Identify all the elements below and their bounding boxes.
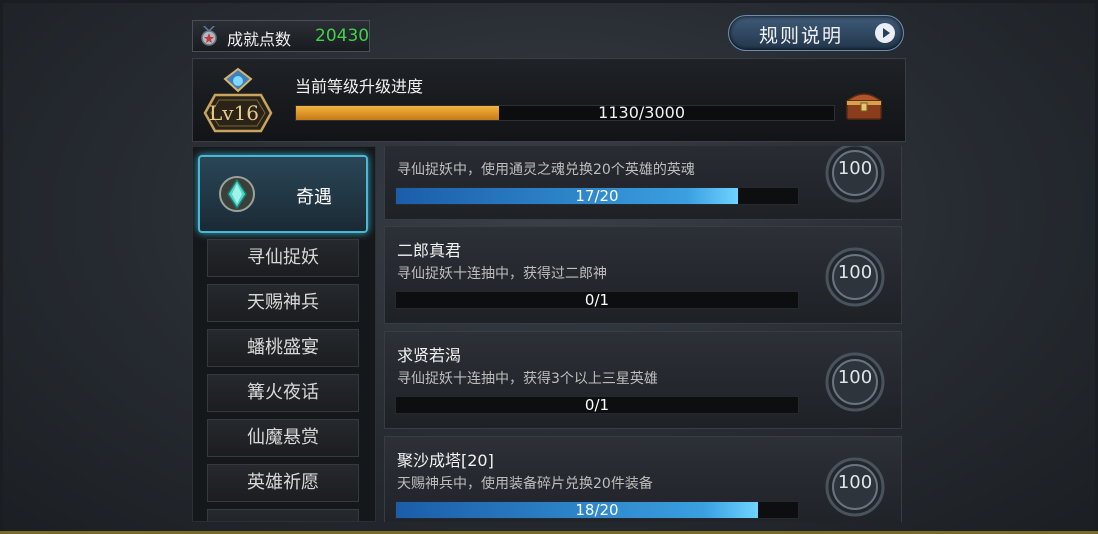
medal-icon: [201, 26, 217, 46]
sidebar-item[interactable]: 英雄祈愿: [207, 464, 359, 502]
achievement-card: 二郎真君 寻仙捉妖十连抽中，获得过二郎神 0/1 100: [384, 226, 902, 324]
level-badge-text: Lv16: [209, 101, 260, 125]
level-panel: Lv16 当前等级升级进度 1130/3000: [192, 58, 906, 142]
sidebar-item[interactable]: 蟠桃盛宴: [207, 329, 359, 367]
achievement-card: 聚沙成塔[20] 天赐神兵中，使用装备碎片兑换20件装备 18/20 100: [384, 436, 902, 522]
achievement-progress-bar: 0/1: [395, 291, 799, 309]
achievement-progress-bar: 0/1: [395, 396, 799, 414]
treasure-chest-icon[interactable]: [843, 87, 885, 123]
rules-label: 规则说明: [759, 25, 844, 47]
achievement-progress-bar: 18/20: [395, 501, 799, 519]
gem-emblem-icon: [219, 176, 255, 212]
achievement-progress-bar: 17/20: [395, 187, 799, 205]
sidebar-item[interactable]: 篝火夜话: [207, 374, 359, 412]
achievement-desc: 寻仙捉妖十连抽中，获得过二郎神: [397, 266, 607, 282]
category-sidebar: 奇遇 寻仙捉妖 天赐神兵 蟠桃盛宴 篝火夜话 仙魔悬赏 英雄祈愿: [192, 146, 376, 522]
achievement-card: 求贤若渴 寻仙捉妖十连抽中，获得3个以上三星英雄 0/1 100: [384, 331, 902, 429]
sidebar-active-label: 奇遇: [296, 187, 332, 208]
achievement-progress-text: 18/20: [575, 501, 619, 519]
achievement-desc: 天赐神兵中，使用装备碎片兑换20件装备: [397, 476, 653, 492]
reward-points: 100: [837, 158, 873, 179]
achievement-progress-text: 17/20: [575, 187, 619, 205]
sidebar-item-partial[interactable]: [207, 509, 359, 521]
achievement-progress-text: 0/1: [584, 396, 610, 414]
reward-points: 100: [837, 472, 873, 493]
achievement-title: 求贤若渴: [397, 346, 462, 365]
achievement-list[interactable]: 寻仙捉妖中，使用通灵之魂兑换20个英雄的英魂 17/20 100 二郎真君 寻仙…: [384, 146, 904, 522]
achievement-desc: 寻仙捉妖中，使用通灵之魂兑换20个英雄的英魂: [397, 162, 695, 178]
play-arrow-icon: [875, 23, 895, 43]
level-progress-title: 当前等级升级进度: [295, 77, 424, 96]
sidebar-item[interactable]: 仙魔悬赏: [207, 419, 359, 457]
achievement-card: 寻仙捉妖中，使用通灵之魂兑换20个英雄的英魂 17/20 100: [384, 146, 902, 220]
sidebar-item[interactable]: 天赐神兵: [207, 284, 359, 322]
reward-points: 100: [837, 367, 873, 388]
sidebar-item-qiyu[interactable]: 奇遇: [198, 155, 368, 233]
achievement-points: 成就点数 20430: [192, 20, 370, 52]
points-label: 成就点数: [227, 30, 292, 49]
points-value: 20430: [315, 26, 370, 46]
achievement-progress-text: 0/1: [584, 291, 610, 309]
achievement-title: 二郎真君: [397, 241, 462, 260]
reward-points: 100: [837, 262, 873, 283]
achievement-desc: 寻仙捉妖十连抽中，获得3个以上三星英雄: [397, 371, 658, 387]
level-progress-text: 1130/3000: [598, 103, 685, 122]
achievement-title: 聚沙成塔[20]: [397, 451, 494, 470]
sidebar-item[interactable]: 寻仙捉妖: [207, 239, 359, 277]
rules-button[interactable]: 规则说明: [728, 15, 904, 51]
